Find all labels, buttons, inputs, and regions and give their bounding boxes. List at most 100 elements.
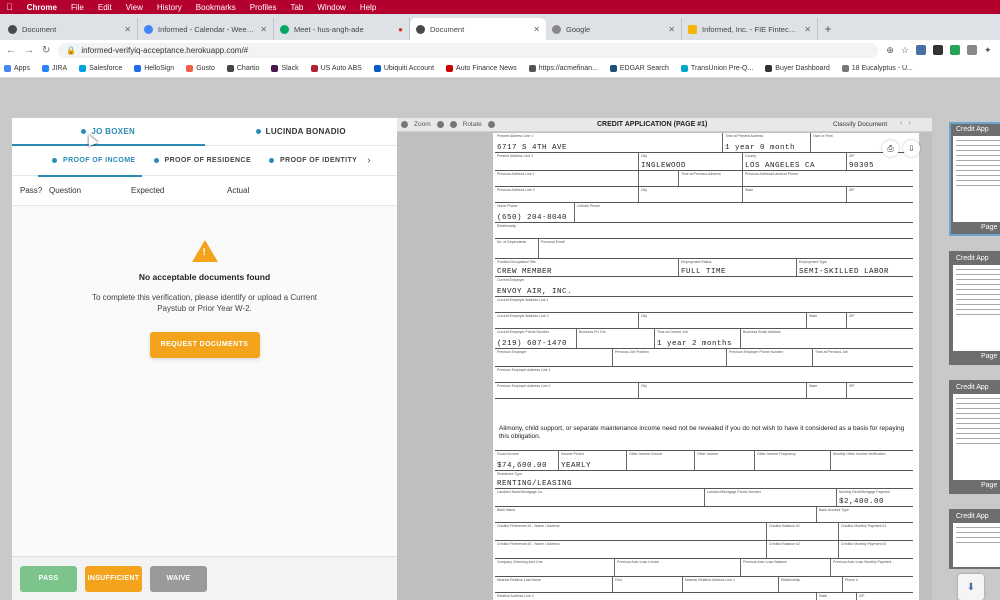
download-document-icon[interactable]: ⬇	[958, 574, 984, 600]
thumbnail-page[interactable]: Credit App Page	[949, 122, 1000, 236]
form-row: Current Employer ENVOY AIR, INC.	[495, 277, 913, 297]
browser-tab[interactable]: Meet - hus-angh-ade ●	[274, 18, 410, 40]
phone-value: (650) 204-8040	[497, 214, 568, 222]
form-cell: Previous Auto Loan Balance	[741, 559, 831, 576]
chartio-icon	[226, 65, 234, 72]
form-label: State	[809, 314, 818, 318]
page-nav-arrows[interactable]: ‹›	[900, 120, 917, 127]
form-label: Previous Address Line 1	[497, 172, 535, 176]
globe-icon	[416, 24, 425, 34]
insufficient-button[interactable]: INSUFFICIENT	[85, 565, 142, 592]
form-label: Bank Account Type	[819, 508, 849, 512]
bookmark-us-auto-abs[interactable]: US Auto ABS	[310, 65, 362, 72]
browser-tab[interactable]: Google ✕	[546, 18, 682, 40]
url-field[interactable]: 🔒 informed-verifyiq-acceptance.herokuapp…	[58, 42, 879, 58]
form-cell: Previous Employer Address Line 2	[495, 383, 639, 398]
classify-document-button[interactable]: Classify Document	[833, 121, 887, 128]
extension-icon[interactable]	[950, 45, 961, 55]
bookmark-ubiquiti[interactable]: Ubiquiti Account	[373, 65, 434, 72]
form-label: ZIP	[849, 314, 855, 318]
bookmark-salesforce[interactable]: Salesforce	[79, 65, 122, 72]
puzzle-icon[interactable]: ✦	[984, 45, 992, 56]
tab-proof-of-residence[interactable]: PROOF OF RESIDENCE	[153, 146, 252, 176]
request-documents-button[interactable]: REQUEST DOCUMENTS	[149, 332, 260, 358]
reload-icon[interactable]: ↻	[42, 45, 50, 56]
forward-icon[interactable]: →	[24, 45, 34, 56]
form-row: Previous Employer Address Line 1	[495, 367, 913, 383]
close-tab-icon[interactable]: ✕	[668, 25, 675, 34]
waive-button[interactable]: WAIVE	[150, 565, 207, 592]
menu-view[interactable]: View	[126, 3, 143, 12]
browser-tab-active[interactable]: Document ✕	[410, 18, 546, 40]
tab-proof-of-income[interactable]: PROOF OF INCOME	[38, 146, 141, 177]
form-cell: Position/Occupation/Title CREW MEMBER	[495, 259, 679, 276]
download-icon[interactable]: ⇩	[903, 140, 920, 157]
menu-help[interactable]: Help	[360, 3, 376, 12]
rotate-right-icon[interactable]	[487, 121, 495, 128]
menu-chrome[interactable]: Chrome	[27, 3, 57, 12]
back-icon[interactable]: ←	[6, 45, 16, 56]
bookmark-auto-finance-news[interactable]: Auto Finance News	[446, 65, 517, 72]
bookmark-eucalyptus[interactable]: 18 Eucalyptus - U...	[841, 65, 913, 72]
bookmark-hellosign[interactable]: HelloSign	[134, 65, 174, 72]
form-cell	[639, 171, 679, 186]
bookmark-jira[interactable]: JIRA	[41, 65, 67, 72]
menu-bookmarks[interactable]: Bookmarks	[196, 3, 236, 12]
bookmark-slack[interactable]: Slack	[271, 65, 299, 72]
calendar-icon	[144, 24, 153, 34]
zoom-in-icon[interactable]	[436, 121, 444, 128]
menu-history[interactable]: History	[157, 3, 182, 12]
close-tab-icon[interactable]: ✕	[533, 25, 540, 34]
chevron-right-icon[interactable]: ›	[367, 155, 370, 166]
thumbnail-page[interactable]: Credit App	[949, 509, 1000, 569]
bookmark-transunion[interactable]: TransUnion Pre-Q...	[680, 65, 753, 72]
new-tab-button[interactable]: +	[818, 18, 838, 40]
bookmark-edgar[interactable]: EDGAR Search	[609, 65, 669, 72]
extension-icon[interactable]	[967, 45, 978, 55]
menu-profiles[interactable]: Profiles	[250, 3, 277, 12]
form-row: Present Address Line 2 City INGLEWOOD Cou…	[495, 153, 913, 171]
form-label: Previous Auto Loan Balance	[743, 560, 787, 564]
tab-applicant-co[interactable]: LUCINDA BONADIO	[205, 118, 398, 145]
menu-window[interactable]: Window	[317, 3, 345, 12]
verification-panel: JO BOXEN LUCINDA BONADIO PROOF OF INCOME…	[12, 118, 397, 600]
extension-icon[interactable]	[933, 45, 944, 55]
browser-tab[interactable]: Document ✕	[2, 18, 138, 40]
form-cell: Present Address Line 1 6717 S 4TH AVE	[495, 133, 723, 152]
apple-menu-icon[interactable]: 	[6, 2, 13, 12]
form-cell: ZIP	[857, 593, 913, 600]
form-cell: Current Employer Address Line 1	[495, 297, 913, 312]
close-tab-icon[interactable]: ✕	[804, 25, 811, 34]
form-cell: Company Checking Acct Line	[495, 559, 615, 576]
bookmark-apps[interactable]: Apps	[4, 65, 30, 72]
form-label: Position/Occupation/Title	[497, 260, 536, 264]
thumbnail-page[interactable]: Credit App Page	[949, 251, 1000, 365]
extension-icon[interactable]	[916, 45, 927, 55]
form-cell: Bank Name	[495, 507, 817, 522]
thumbnail-page[interactable]: Credit App Page	[949, 380, 1000, 494]
zoom-out-icon[interactable]	[401, 121, 408, 128]
rotate-left-icon[interactable]	[449, 121, 457, 128]
browser-tab[interactable]: Informed, Inc. - FIE Fintech A... ✕	[682, 18, 818, 40]
lock-icon: 🔒	[66, 45, 77, 55]
star-icon[interactable]: ☆	[901, 45, 909, 56]
browser-tab[interactable]: Informed - Calendar - Week of... ✕	[138, 18, 274, 40]
close-tab-icon[interactable]: ✕	[124, 25, 131, 34]
menu-file[interactable]: File	[71, 3, 84, 12]
form-label: First	[615, 578, 622, 582]
zoom-icon[interactable]: ⊕	[886, 45, 894, 56]
pass-button[interactable]: PASS	[20, 565, 77, 592]
bookmark-chartio[interactable]: Chartio	[226, 65, 259, 72]
print-icon[interactable]: ⎙	[882, 140, 899, 157]
bookmark-gusto[interactable]: Gusto	[186, 65, 215, 72]
form-cell: Previous Employer Phone Number	[727, 349, 813, 366]
tab-proof-of-identity[interactable]: PROOF OF IDENTITY	[269, 146, 357, 176]
tab-applicant-primary[interactable]: JO BOXEN	[12, 118, 205, 146]
menu-tab[interactable]: Tab	[290, 3, 303, 12]
close-tab-icon[interactable]: ✕	[260, 25, 267, 34]
form-cell: State	[817, 593, 857, 600]
bookmark-acmefinance[interactable]: https://acmefinan...	[528, 65, 598, 72]
bookmark-buyer-dashboard[interactable]: Buyer Dashboard	[765, 65, 830, 72]
form-row: Previous Employer Previous Job Position …	[495, 349, 913, 367]
menu-edit[interactable]: Edit	[98, 3, 112, 12]
